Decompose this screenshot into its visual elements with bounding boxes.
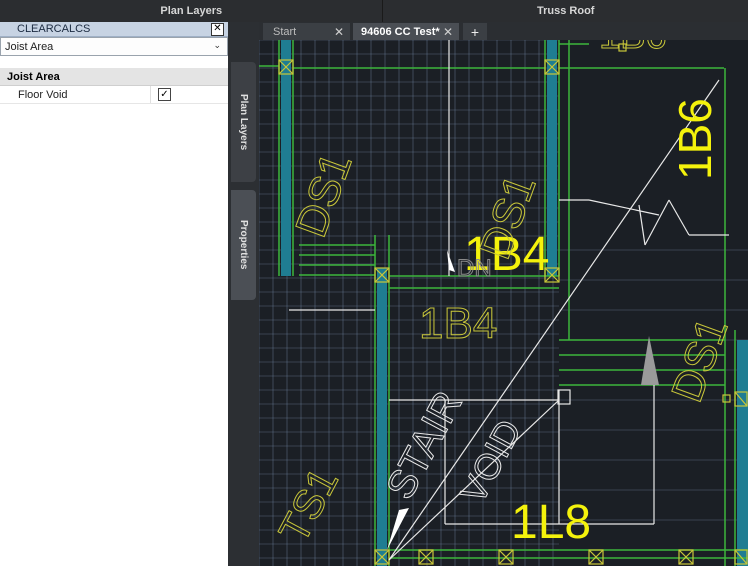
chevron-down-icon[interactable]: ⌄ — [213, 40, 221, 51]
add-tab-button[interactable]: + — [463, 23, 487, 40]
tab-plan-layers[interactable]: Plan Layers — [231, 62, 256, 182]
tab-plan-layers-label: Plan Layers — [238, 93, 249, 151]
vertical-tab-strip: Plan Layers Properties — [228, 22, 259, 566]
floor-void-checkbox[interactable]: ✓ — [158, 88, 171, 101]
label-1b4-mid[interactable]: 1B4 — [419, 299, 498, 349]
property-name: Floor Void — [18, 88, 68, 101]
joist-area-dropdown[interactable]: Joist Area ⌄ — [0, 37, 228, 56]
clearcalcs-panel: CLEARCALCS ✕ Joist Area ⌄ Joist Area Flo… — [0, 22, 228, 566]
tab-94606-cc-test[interactable]: 94606 CC Test* ✕ — [353, 23, 459, 40]
tab-properties-label: Properties — [238, 220, 249, 270]
tab-active-label: 94606 CC Test* — [361, 25, 440, 38]
label-1b6[interactable]: 1B6 — [669, 98, 721, 180]
tab-properties[interactable]: Properties — [231, 190, 256, 300]
panel-title-bar: CLEARCALCS ✕ — [0, 22, 228, 37]
close-icon[interactable]: ✕ — [334, 25, 344, 39]
document-tab-bar: Start ✕ 94606 CC Test* ✕ + — [259, 22, 748, 40]
close-icon[interactable]: ✕ — [443, 25, 453, 39]
beam-left — [281, 40, 291, 276]
cad-drawing[interactable]: 1B4 1L8 1B6 1B4 DS1 DS1 DS1 TS1 STAIR VO… — [259, 40, 748, 566]
top-bar: Plan Layers Truss Roof — [0, 0, 748, 22]
group-header-joist-area: Joist Area — [0, 68, 228, 86]
plan-layers-header[interactable]: Plan Layers — [0, 0, 382, 22]
tab-start[interactable]: Start ✕ — [263, 23, 350, 40]
beam-center — [377, 268, 387, 566]
truss-roof-header[interactable]: Truss Roof — [382, 0, 748, 22]
panel-close-icon[interactable]: ✕ — [211, 23, 224, 36]
label-dn: DN — [457, 255, 492, 282]
label-1l8[interactable]: 1L8 — [511, 496, 591, 549]
tab-start-label: Start — [273, 25, 297, 38]
drawing-canvas[interactable]: 1B4 1L8 1B6 1B4 DS1 DS1 DS1 TS1 STAIR VO… — [259, 40, 748, 566]
property-separator — [150, 86, 151, 103]
dropdown-value: Joist Area — [5, 40, 54, 53]
panel-title: CLEARCALCS — [17, 23, 91, 35]
beam-right — [737, 340, 748, 566]
panel-spacer — [0, 56, 228, 68]
property-row-floor-void: Floor Void ✓ — [0, 86, 228, 104]
label-top-partial: 1B6 — [599, 40, 667, 57]
